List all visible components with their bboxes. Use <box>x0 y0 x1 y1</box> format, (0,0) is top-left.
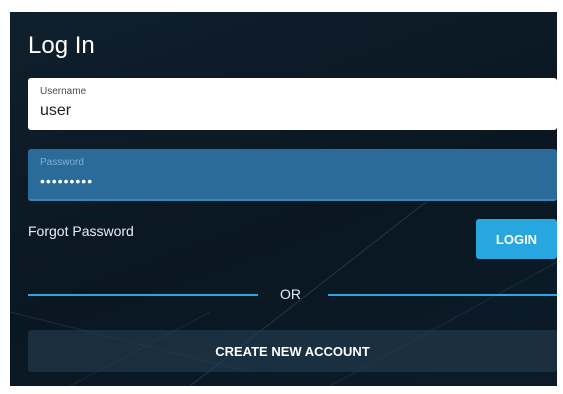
page-title: Log In <box>28 32 95 59</box>
password-input[interactable]: ••••••••• <box>40 173 540 189</box>
create-account-button[interactable]: CREATE NEW ACCOUNT <box>28 330 557 372</box>
username-field[interactable]: Username <box>28 78 557 130</box>
password-field[interactable]: Password ••••••••• <box>28 149 557 201</box>
password-label: Password <box>40 157 84 168</box>
login-button[interactable]: LOGIN <box>476 219 557 259</box>
login-panel: Log In Username Password ••••••••• Forgo… <box>10 12 557 386</box>
username-input[interactable] <box>40 102 540 120</box>
divider-left <box>28 294 258 296</box>
username-label: Username <box>40 86 87 97</box>
divider-right <box>328 294 557 296</box>
divider-or-text: OR <box>280 286 301 302</box>
forgot-password-link[interactable]: Forgot Password <box>28 223 134 239</box>
